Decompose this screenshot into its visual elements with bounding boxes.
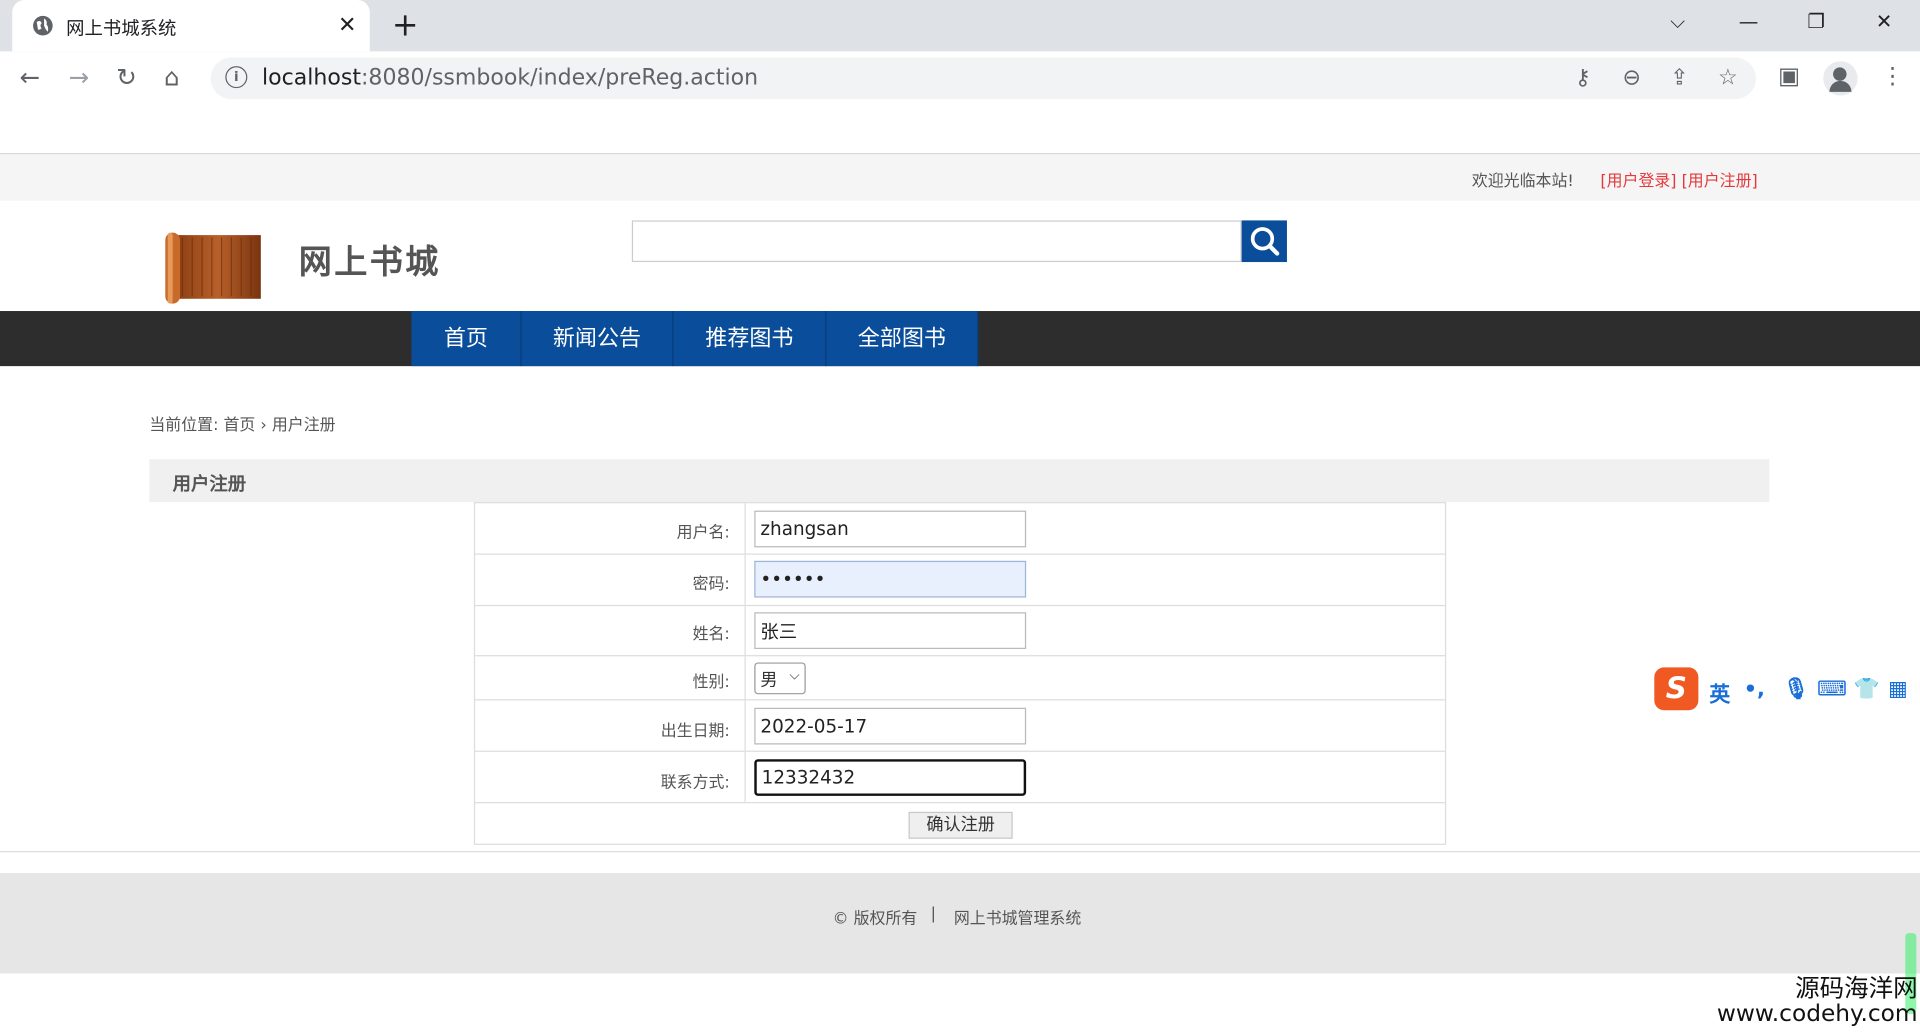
- form-row-password: 密码:: [475, 554, 1445, 607]
- bookmark-star-icon[interactable]: ☆: [1718, 65, 1738, 91]
- footer-divider: |: [930, 904, 936, 924]
- keyboard-icon[interactable]: ⌨: [1817, 677, 1847, 701]
- form-row-username: 用户名:: [475, 503, 1445, 555]
- breadcrumb: 当前位置: 首页 › 用户注册: [149, 411, 335, 434]
- form-row-name: 姓名:: [475, 606, 1445, 657]
- chevron-down-icon: ⌵: [789, 667, 800, 684]
- skin-shirt-icon[interactable]: 👕: [1854, 677, 1880, 701]
- form-title: 用户注册: [172, 472, 247, 495]
- watermark-line1: 源码海洋网: [1795, 973, 1918, 1003]
- search-input[interactable]: [631, 220, 1242, 263]
- submit-register-button[interactable]: 确认注册: [908, 811, 1013, 839]
- search-button[interactable]: [1241, 220, 1287, 263]
- browser-tab[interactable]: 网上书城系统 ✕: [12, 0, 370, 52]
- sogou-logo-icon[interactable]: S: [1654, 667, 1699, 711]
- password-field[interactable]: [754, 560, 1027, 598]
- main-nav: 首页 新闻公告 推荐图书 全部图书: [0, 311, 1920, 367]
- address-bar[interactable]: i localhost:8080/ssmbook/index/preReg.ac…: [210, 57, 1756, 100]
- ime-mode[interactable]: 英: [1709, 677, 1730, 707]
- share-icon[interactable]: ⇪: [1670, 65, 1688, 91]
- web-page: 欢迎光临本站! [用户登录] [用户注册] 网上书城 首页 新闻公告 推荐图书 …: [0, 105, 1920, 1034]
- gender-select[interactable]: 男 ⌵: [754, 662, 806, 695]
- key-icon[interactable]: ⚷: [1575, 65, 1591, 91]
- watermark-line2: www.codehy.com: [1716, 1000, 1918, 1028]
- name-field[interactable]: [754, 612, 1027, 649]
- ime-punct[interactable]: •,: [1744, 677, 1765, 701]
- browser-tab-bar: 网上书城系统 ✕ + ⌵ — ❐ ✕: [0, 0, 1920, 52]
- nav-item-all-books[interactable]: 全部图书: [826, 311, 979, 367]
- name-label: 姓名:: [692, 625, 730, 645]
- globe-icon: [33, 15, 53, 36]
- profile-avatar-icon[interactable]: [1823, 61, 1858, 96]
- gender-selected-value: 男: [760, 671, 778, 691]
- watermark: 源码海洋网 www.codehy.com: [1712, 973, 1918, 1028]
- breadcrumb-current: 用户注册: [271, 416, 336, 435]
- welcome-text: 欢迎光临本站!: [1471, 172, 1574, 192]
- nav-item-home[interactable]: 首页: [411, 311, 522, 367]
- breadcrumb-prefix: 当前位置:: [149, 416, 219, 435]
- back-icon[interactable]: ←: [20, 62, 41, 91]
- top-bar: 欢迎光临本站! [用户登录] [用户注册]: [0, 154, 1920, 201]
- new-tab-icon[interactable]: +: [392, 7, 419, 44]
- home-icon[interactable]: ⌂: [164, 62, 180, 91]
- breadcrumb-home[interactable]: 首页: [224, 416, 256, 434]
- form-row-submit: 确认注册: [475, 803, 1445, 845]
- ime-toolbar: S 英 •, 🎙 ⌨ 👕 ▦: [1650, 667, 1920, 712]
- form-row-birth: 出生日期:: [475, 700, 1445, 752]
- restore-icon[interactable]: ❐: [1807, 10, 1825, 33]
- breadcrumb-separator: ›: [260, 416, 267, 435]
- nav-item-recommended[interactable]: 推荐图书: [673, 311, 827, 367]
- birth-label: 出生日期:: [660, 722, 730, 741]
- copyright-text: © 版权所有: [832, 909, 918, 929]
- divider: [0, 851, 1920, 853]
- panel-title: 用户注册: [149, 459, 1770, 503]
- login-link[interactable]: [用户登录]: [1600, 173, 1676, 191]
- window-close-icon[interactable]: ✕: [1876, 10, 1892, 33]
- username-label: 用户名:: [676, 524, 730, 543]
- side-panel-icon[interactable]: ▣: [1778, 62, 1800, 89]
- site-header: 网上书城: [0, 200, 1920, 312]
- nav-item-news[interactable]: 新闻公告: [521, 311, 674, 367]
- site-info-icon[interactable]: i: [225, 66, 248, 89]
- menu-kebab-icon[interactable]: ⋮: [1881, 62, 1904, 89]
- footer-system-name: 网上书城管理系统: [953, 909, 1082, 929]
- gender-label: 性别:: [692, 673, 730, 692]
- site-name: 网上书城: [298, 243, 441, 282]
- password-label: 密码:: [692, 575, 730, 594]
- browser-toolbar: ← → ↻ ⌂ i localhost:8080/ssmbook/index/p…: [0, 51, 1920, 106]
- form-row-gender: 性别: 男 ⌵: [475, 656, 1445, 701]
- tab-close-icon[interactable]: ✕: [338, 12, 356, 38]
- contact-field[interactable]: [754, 759, 1027, 796]
- zoom-icon[interactable]: ⊖: [1622, 65, 1640, 91]
- username-field[interactable]: [754, 510, 1027, 548]
- tab-search-chevron-icon[interactable]: ⌵: [1670, 10, 1685, 34]
- scroll-book-logo-icon: [165, 232, 261, 304]
- reload-icon[interactable]: ↻: [116, 62, 137, 91]
- site-footer: © 版权所有 | 网上书城管理系统: [0, 873, 1920, 974]
- search-icon: [1250, 227, 1280, 256]
- birth-date-field[interactable]: [754, 707, 1027, 745]
- form-row-contact: 联系方式:: [475, 751, 1445, 804]
- url-text: localhost:8080/ssmbook/index/preReg.acti…: [262, 64, 759, 91]
- tab-title: 网上书城系统: [66, 17, 177, 40]
- forward-icon[interactable]: →: [69, 62, 90, 91]
- register-form: 用户名: 密码: 姓名: 性别: 男⌵ 出生日期: 联系方式:: [473, 502, 1447, 845]
- toolbox-grid-icon[interactable]: ▦: [1888, 677, 1908, 701]
- microphone-icon[interactable]: 🎙: [1783, 677, 1809, 701]
- register-link[interactable]: [用户注册]: [1682, 173, 1758, 191]
- contact-label: 联系方式:: [660, 773, 730, 793]
- minimize-icon[interactable]: —: [1739, 10, 1759, 33]
